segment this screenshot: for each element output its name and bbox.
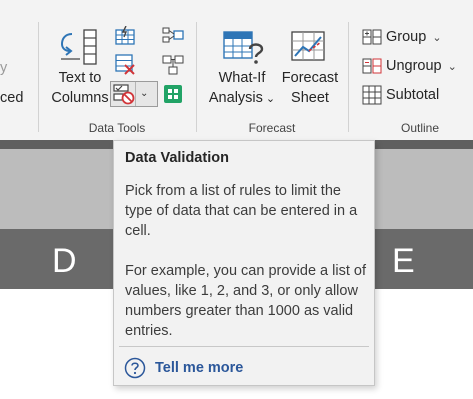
- subtotal-icon: [362, 85, 382, 105]
- consolidate-button[interactable]: [162, 26, 184, 51]
- ungroup-button[interactable]: Ungroup ⌄: [362, 54, 457, 78]
- flash-fill-button[interactable]: [114, 25, 136, 51]
- tooltip-title: Data Validation: [125, 150, 229, 166]
- what-if-analysis-button[interactable]: [222, 28, 266, 73]
- forecast-sheet-button[interactable]: [290, 28, 328, 71]
- relationships-icon: [162, 55, 184, 75]
- data-validation-split-divider: [135, 82, 136, 106]
- data-model-icon: [164, 85, 182, 103]
- forecast-sheet-label[interactable]: Forecast Sheet: [280, 68, 340, 108]
- tooltip-divider: [119, 346, 369, 347]
- group-button[interactable]: Group ⌄: [362, 25, 442, 49]
- tooltip-example: For example, you can provide a list of v…: [125, 263, 366, 339]
- column-header-e[interactable]: E: [392, 242, 415, 281]
- data-validation-icon: [113, 84, 135, 105]
- help-icon[interactable]: [124, 357, 146, 379]
- ribbon: y ced Text to Columns ⌄ Data Tools What-…: [0, 0, 473, 140]
- chevron-down-icon[interactable]: ⌄: [448, 60, 457, 73]
- manage-data-model-button[interactable]: [162, 83, 184, 110]
- group-separator: [196, 22, 197, 132]
- subtotal-button[interactable]: Subtotal: [362, 83, 439, 107]
- relationships-button[interactable]: [162, 54, 184, 81]
- tell-me-more-link[interactable]: Tell me more: [124, 357, 243, 379]
- group-label-outline: Outline: [400, 121, 440, 135]
- group-label-forecast: Forecast: [248, 121, 296, 135]
- chevron-down-icon[interactable]: ⌄: [432, 31, 441, 44]
- cut-off-label-top: y: [0, 60, 8, 76]
- group-separator: [348, 22, 349, 132]
- flash-fill-icon: [115, 25, 135, 45]
- column-header-d[interactable]: D: [52, 242, 77, 281]
- tell-me-more-label[interactable]: Tell me more: [155, 360, 243, 376]
- what-if-analysis-icon: [223, 31, 264, 64]
- tooltip-description: Pick from a list of rules to limit the t…: [125, 183, 358, 239]
- group-label-data-tools: Data Tools: [88, 121, 146, 135]
- text-to-columns-label[interactable]: Text to Columns: [50, 68, 110, 108]
- remove-duplicates-button[interactable]: [114, 53, 136, 80]
- text-to-columns-icon: [60, 29, 97, 65]
- forecast-sheet-icon: [291, 31, 325, 61]
- chevron-down-icon[interactable]: ⌄: [266, 93, 275, 105]
- data-validation-main[interactable]: [113, 83, 135, 110]
- ungroup-icon: [362, 58, 382, 74]
- text-to-columns-button[interactable]: [58, 28, 100, 73]
- chevron-down-icon[interactable]: ⌄: [140, 88, 148, 99]
- group-icon: [362, 29, 382, 45]
- data-validation-tooltip: Data Validation Pick from a list of rule…: [113, 140, 375, 386]
- consolidate-icon: [162, 27, 184, 43]
- what-if-analysis-label[interactable]: What-If Analysis ⌄: [206, 68, 278, 109]
- cut-off-label-bottom: ced: [0, 90, 24, 106]
- remove-duplicates-icon: [115, 54, 135, 75]
- group-separator: [38, 22, 39, 132]
